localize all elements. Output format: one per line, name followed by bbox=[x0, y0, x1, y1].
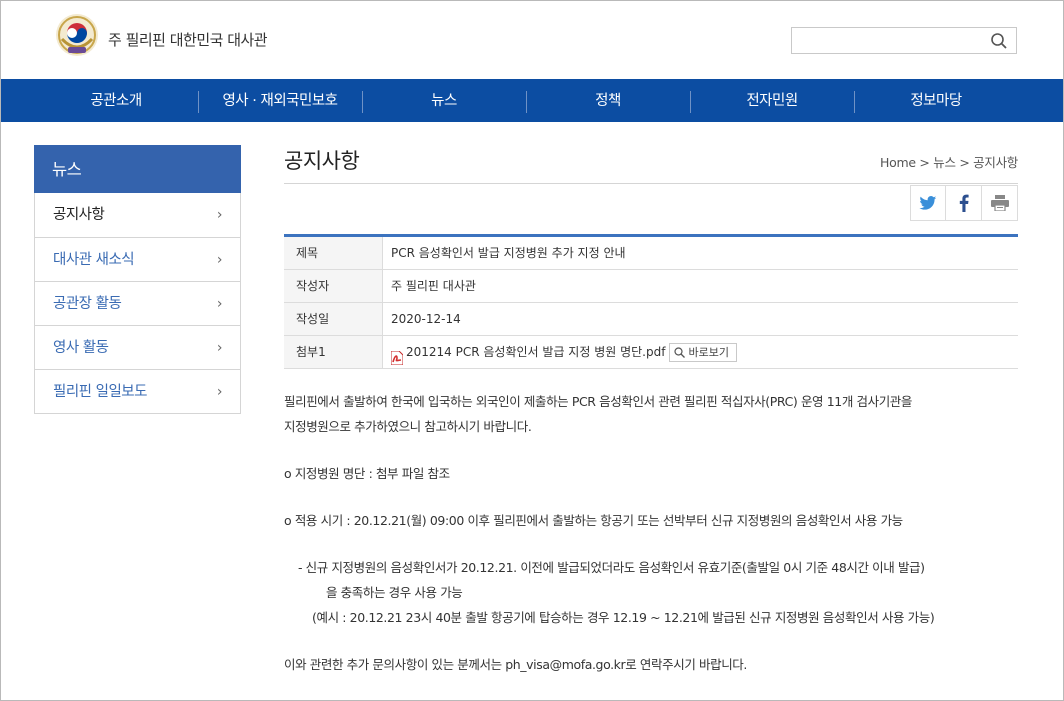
sidebar-item-label: 공지사항 bbox=[53, 207, 105, 223]
sidebar-item-daily-report[interactable]: 필리핀 일일보도 › bbox=[35, 369, 240, 413]
site-title[interactable]: 주 필리핀 대한민국 대사관 bbox=[108, 29, 268, 50]
search-box bbox=[791, 27, 1017, 54]
post-body: 필리핀에서 출발하여 한국에 입국하는 외국인이 제출하는 PCR 음성확인서 … bbox=[284, 389, 1018, 677]
nav-item-e-services[interactable]: 전자민원 bbox=[690, 79, 854, 122]
body-paragraph: (예시 : 20.12.21 23시 40분 출발 항공기에 탑승하는 경우 1… bbox=[312, 610, 935, 625]
facebook-icon[interactable] bbox=[946, 185, 982, 221]
nav-item-consular[interactable]: 영사 · 재외국민보호 bbox=[198, 79, 362, 122]
body-paragraph: 지정병원으로 추가하였으니 참고하시기 바랍니다. bbox=[284, 419, 532, 434]
preview-label: 바로보기 bbox=[688, 345, 729, 359]
nav-item-policy[interactable]: 정책 bbox=[526, 79, 690, 122]
sidebar-item-label: 필리핀 일일보도 bbox=[53, 384, 148, 400]
sidebar-item-embassy-news[interactable]: 대사관 새소식 › bbox=[35, 237, 240, 281]
sidebar-item-notice[interactable]: 공지사항 › bbox=[35, 193, 240, 237]
nav-item-news[interactable]: 뉴스 bbox=[362, 79, 526, 122]
post-subject: PCR 음성확인서 발급 지정병원 추가 지정 안내 bbox=[391, 245, 626, 260]
author-label: 작성자 bbox=[284, 270, 383, 302]
nav-item-info[interactable]: 정보마당 bbox=[854, 79, 1018, 122]
main-navigation: 공관소개 영사 · 재외국민보호 뉴스 정책 전자민원 정보마당 bbox=[1, 79, 1063, 122]
pdf-icon bbox=[390, 345, 404, 366]
share-toolbar bbox=[910, 185, 1018, 221]
subject-label: 제목 bbox=[284, 237, 383, 269]
sidebar-title: 뉴스 bbox=[34, 145, 241, 193]
sidebar-item-label: 공관장 활동 bbox=[53, 296, 122, 312]
table-row: 작성일 2020-12-14 bbox=[284, 303, 1018, 336]
header: 주 필리핀 대한민국 대사관 bbox=[1, 1, 1063, 79]
body-paragraph: o 지정병원 명단 : 첨부 파일 참조 bbox=[284, 466, 450, 481]
body-paragraph: 필리핀에서 출발하여 한국에 입국하는 외국인이 제출하는 PCR 음성확인서 … bbox=[284, 394, 912, 409]
emblem-logo[interactable] bbox=[53, 13, 101, 61]
search-icon[interactable] bbox=[990, 32, 1008, 50]
sidebar-item-ambassador-activities[interactable]: 공관장 활동 › bbox=[35, 281, 240, 325]
attachment-label: 첨부1 bbox=[284, 336, 383, 368]
chevron-right-icon: › bbox=[216, 384, 223, 400]
table-row: 제목 PCR 음성확인서 발급 지정병원 추가 지정 안내 bbox=[284, 237, 1018, 270]
chevron-right-icon: › bbox=[216, 296, 223, 312]
search-input[interactable] bbox=[792, 28, 982, 53]
chevron-right-icon: › bbox=[216, 252, 223, 268]
preview-button[interactable]: 바로보기 bbox=[669, 342, 737, 362]
post-author: 주 필리핀 대사관 bbox=[391, 278, 476, 293]
attachment-cell: 201214 PCR 음성확인서 발급 지정 병원 명단.pdf 바로보기 bbox=[383, 336, 1018, 368]
twitter-icon[interactable] bbox=[910, 185, 946, 221]
post-date: 2020-12-14 bbox=[391, 311, 461, 326]
page-title: 공지사항 bbox=[284, 149, 360, 173]
body-paragraph: - 신규 지정병원의 음성확인서가 20.12.21. 이전에 발급되었더라도 … bbox=[298, 560, 925, 575]
chevron-right-icon: › bbox=[216, 207, 223, 223]
chevron-right-icon: › bbox=[216, 340, 223, 356]
body-paragraph: 이와 관련한 추가 문의사항이 있는 분께서는 ph_visa@mofa.go.… bbox=[284, 657, 747, 672]
table-row: 작성자 주 필리핀 대사관 bbox=[284, 270, 1018, 303]
body-paragraph: 을 충족하는 경우 사용 가능 bbox=[326, 585, 463, 600]
print-icon[interactable] bbox=[982, 185, 1018, 221]
sidebar-item-label: 대사관 새소식 bbox=[53, 252, 135, 268]
table-row: 첨부1 201214 PCR 음성확인서 발급 지정 병원 명단.pdf 바로보… bbox=[284, 336, 1018, 369]
sidebar-item-label: 영사 활동 bbox=[53, 340, 109, 356]
post-info-table: 제목 PCR 음성확인서 발급 지정병원 추가 지정 안내 작성자 주 필리핀 … bbox=[284, 234, 1018, 369]
sidebar: 뉴스 공지사항 › 대사관 새소식 › 공관장 활동 › 영사 활동 › 필리핀… bbox=[34, 145, 241, 414]
nav-item-about[interactable]: 공관소개 bbox=[34, 79, 198, 122]
date-label: 작성일 bbox=[284, 303, 383, 335]
title-divider bbox=[284, 183, 1018, 184]
body-paragraph: o 적용 시기 : 20.12.21(월) 09:00 이후 필리핀에서 출발하… bbox=[284, 513, 903, 528]
sidebar-item-consular-activities[interactable]: 영사 활동 › bbox=[35, 325, 240, 369]
magnifier-icon bbox=[674, 346, 686, 358]
attachment-link[interactable]: 201214 PCR 음성확인서 발급 지정 병원 명단.pdf bbox=[406, 336, 665, 369]
breadcrumb[interactable]: Home > 뉴스 > 공지사항 bbox=[880, 152, 1018, 171]
